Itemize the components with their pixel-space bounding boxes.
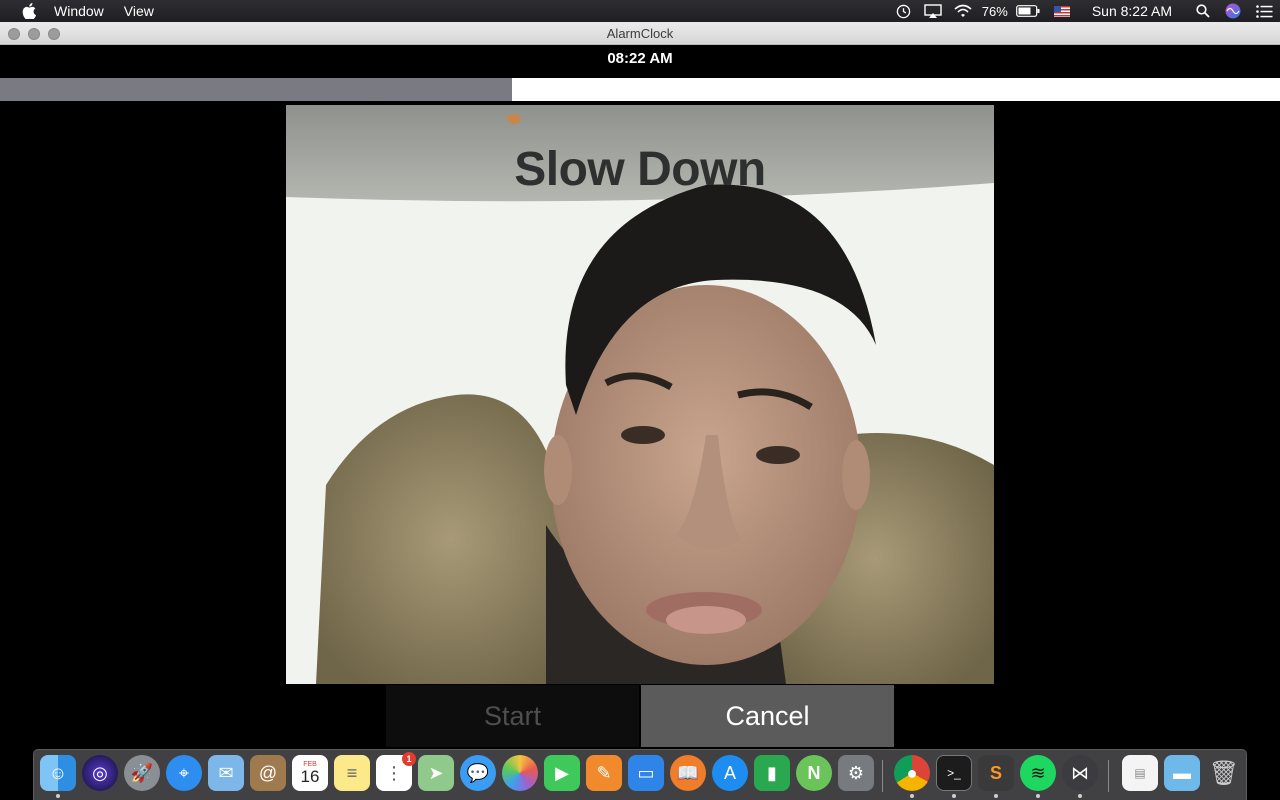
nvalt-icon[interactable]: N [796, 755, 832, 791]
chrome-icon[interactable]: ● [894, 755, 930, 791]
airplay-icon[interactable] [918, 0, 948, 22]
trash-icon[interactable]: 🗑 [1206, 755, 1242, 791]
spotify-icon[interactable]: ≋ [1020, 755, 1056, 791]
folder-icon[interactable]: ▬ [1164, 755, 1200, 791]
dock-separator [882, 760, 883, 792]
facetime-icon[interactable]: ▶ [544, 755, 580, 791]
menu-view[interactable]: View [124, 0, 154, 22]
us-flag-icon[interactable] [1044, 0, 1080, 22]
reminders-badge: 1 [402, 752, 416, 766]
camera-feed: Slow Down [286, 105, 994, 684]
spotify-running-indicator [1036, 794, 1040, 798]
menu-window[interactable]: Window [54, 0, 104, 22]
window-titlebar[interactable]: AlarmClock [0, 22, 1280, 45]
time-machine-icon[interactable] [890, 0, 918, 22]
kivy-icon[interactable]: ⋈ [1062, 755, 1098, 791]
books-icon[interactable]: 📖 [670, 755, 706, 791]
reminders-icon[interactable]: ⋮ 1 [376, 752, 416, 791]
notes-icon[interactable]: ≡ [334, 755, 370, 791]
numbers-icon[interactable]: ▮ [754, 755, 790, 791]
progress-bar [0, 78, 1280, 101]
system-preferences-icon[interactable]: ⚙ [838, 755, 874, 791]
siri-icon[interactable]: ◎ [82, 755, 118, 791]
keynote-icon[interactable]: ▭ [628, 755, 664, 791]
menu-bar: python Window View 76% Sun 8:22 AM [0, 0, 1280, 748]
sublime-running-indicator [994, 794, 998, 798]
chrome-running-indicator [910, 794, 914, 798]
window-title: AlarmClock [606, 26, 674, 41]
kivy-running-indicator [1078, 794, 1082, 798]
python-document-icon[interactable]: ▤ [1122, 755, 1158, 791]
app-store-icon[interactable]: A [712, 755, 748, 791]
dock-separator-2 [1108, 760, 1109, 792]
battery-percent: 76% [981, 3, 1008, 19]
finder-icon[interactable]: ☺ [40, 755, 76, 791]
terminal-running-indicator [952, 794, 956, 798]
calendar-day: 16 [300, 767, 320, 786]
messages-icon[interactable]: 💬 [460, 755, 496, 791]
dock: ☺ ◎ 🚀 ⌖ ✉ @ FEB 16 ≡ ⋮ 1 ➤ 💬 ▶ ✎ ▭ 📖 A ▮… [33, 749, 1247, 800]
cancel-button[interactable]: Cancel [641, 685, 894, 747]
wifi-icon[interactable] [948, 0, 978, 22]
notification-center-icon[interactable] [1248, 0, 1280, 22]
contacts-icon[interactable]: @ [250, 755, 286, 791]
alarm-clock-app: 08:22 AM Slow Down Start Cancel [0, 45, 1280, 748]
photos-icon[interactable] [502, 755, 538, 791]
terminal-icon[interactable]: >_ [936, 755, 972, 791]
siri-icon[interactable] [1218, 0, 1248, 22]
mail-icon[interactable]: ✉ [208, 755, 244, 791]
finder-running-indicator [56, 794, 60, 798]
sublime-text-icon[interactable]: S [978, 755, 1014, 791]
safari-icon[interactable]: ⌖ [166, 755, 202, 791]
spotlight-search-icon[interactable] [1188, 0, 1218, 22]
start-button[interactable]: Start [386, 685, 639, 747]
battery-icon[interactable] [1012, 0, 1044, 22]
clock-datetime[interactable]: Sun 8:22 AM [1092, 0, 1172, 22]
apple-menu-icon[interactable] [18, 3, 40, 19]
maps-icon[interactable]: ➤ [418, 755, 454, 791]
clock-display: 08:22 AM [607, 50, 673, 67]
launchpad-icon[interactable]: 🚀 [124, 755, 160, 791]
calendar-icon[interactable]: FEB 16 [292, 755, 328, 791]
pages-icon[interactable]: ✎ [586, 755, 622, 791]
progress-fill [0, 78, 512, 101]
challenge-prompt: Slow Down [514, 143, 766, 196]
